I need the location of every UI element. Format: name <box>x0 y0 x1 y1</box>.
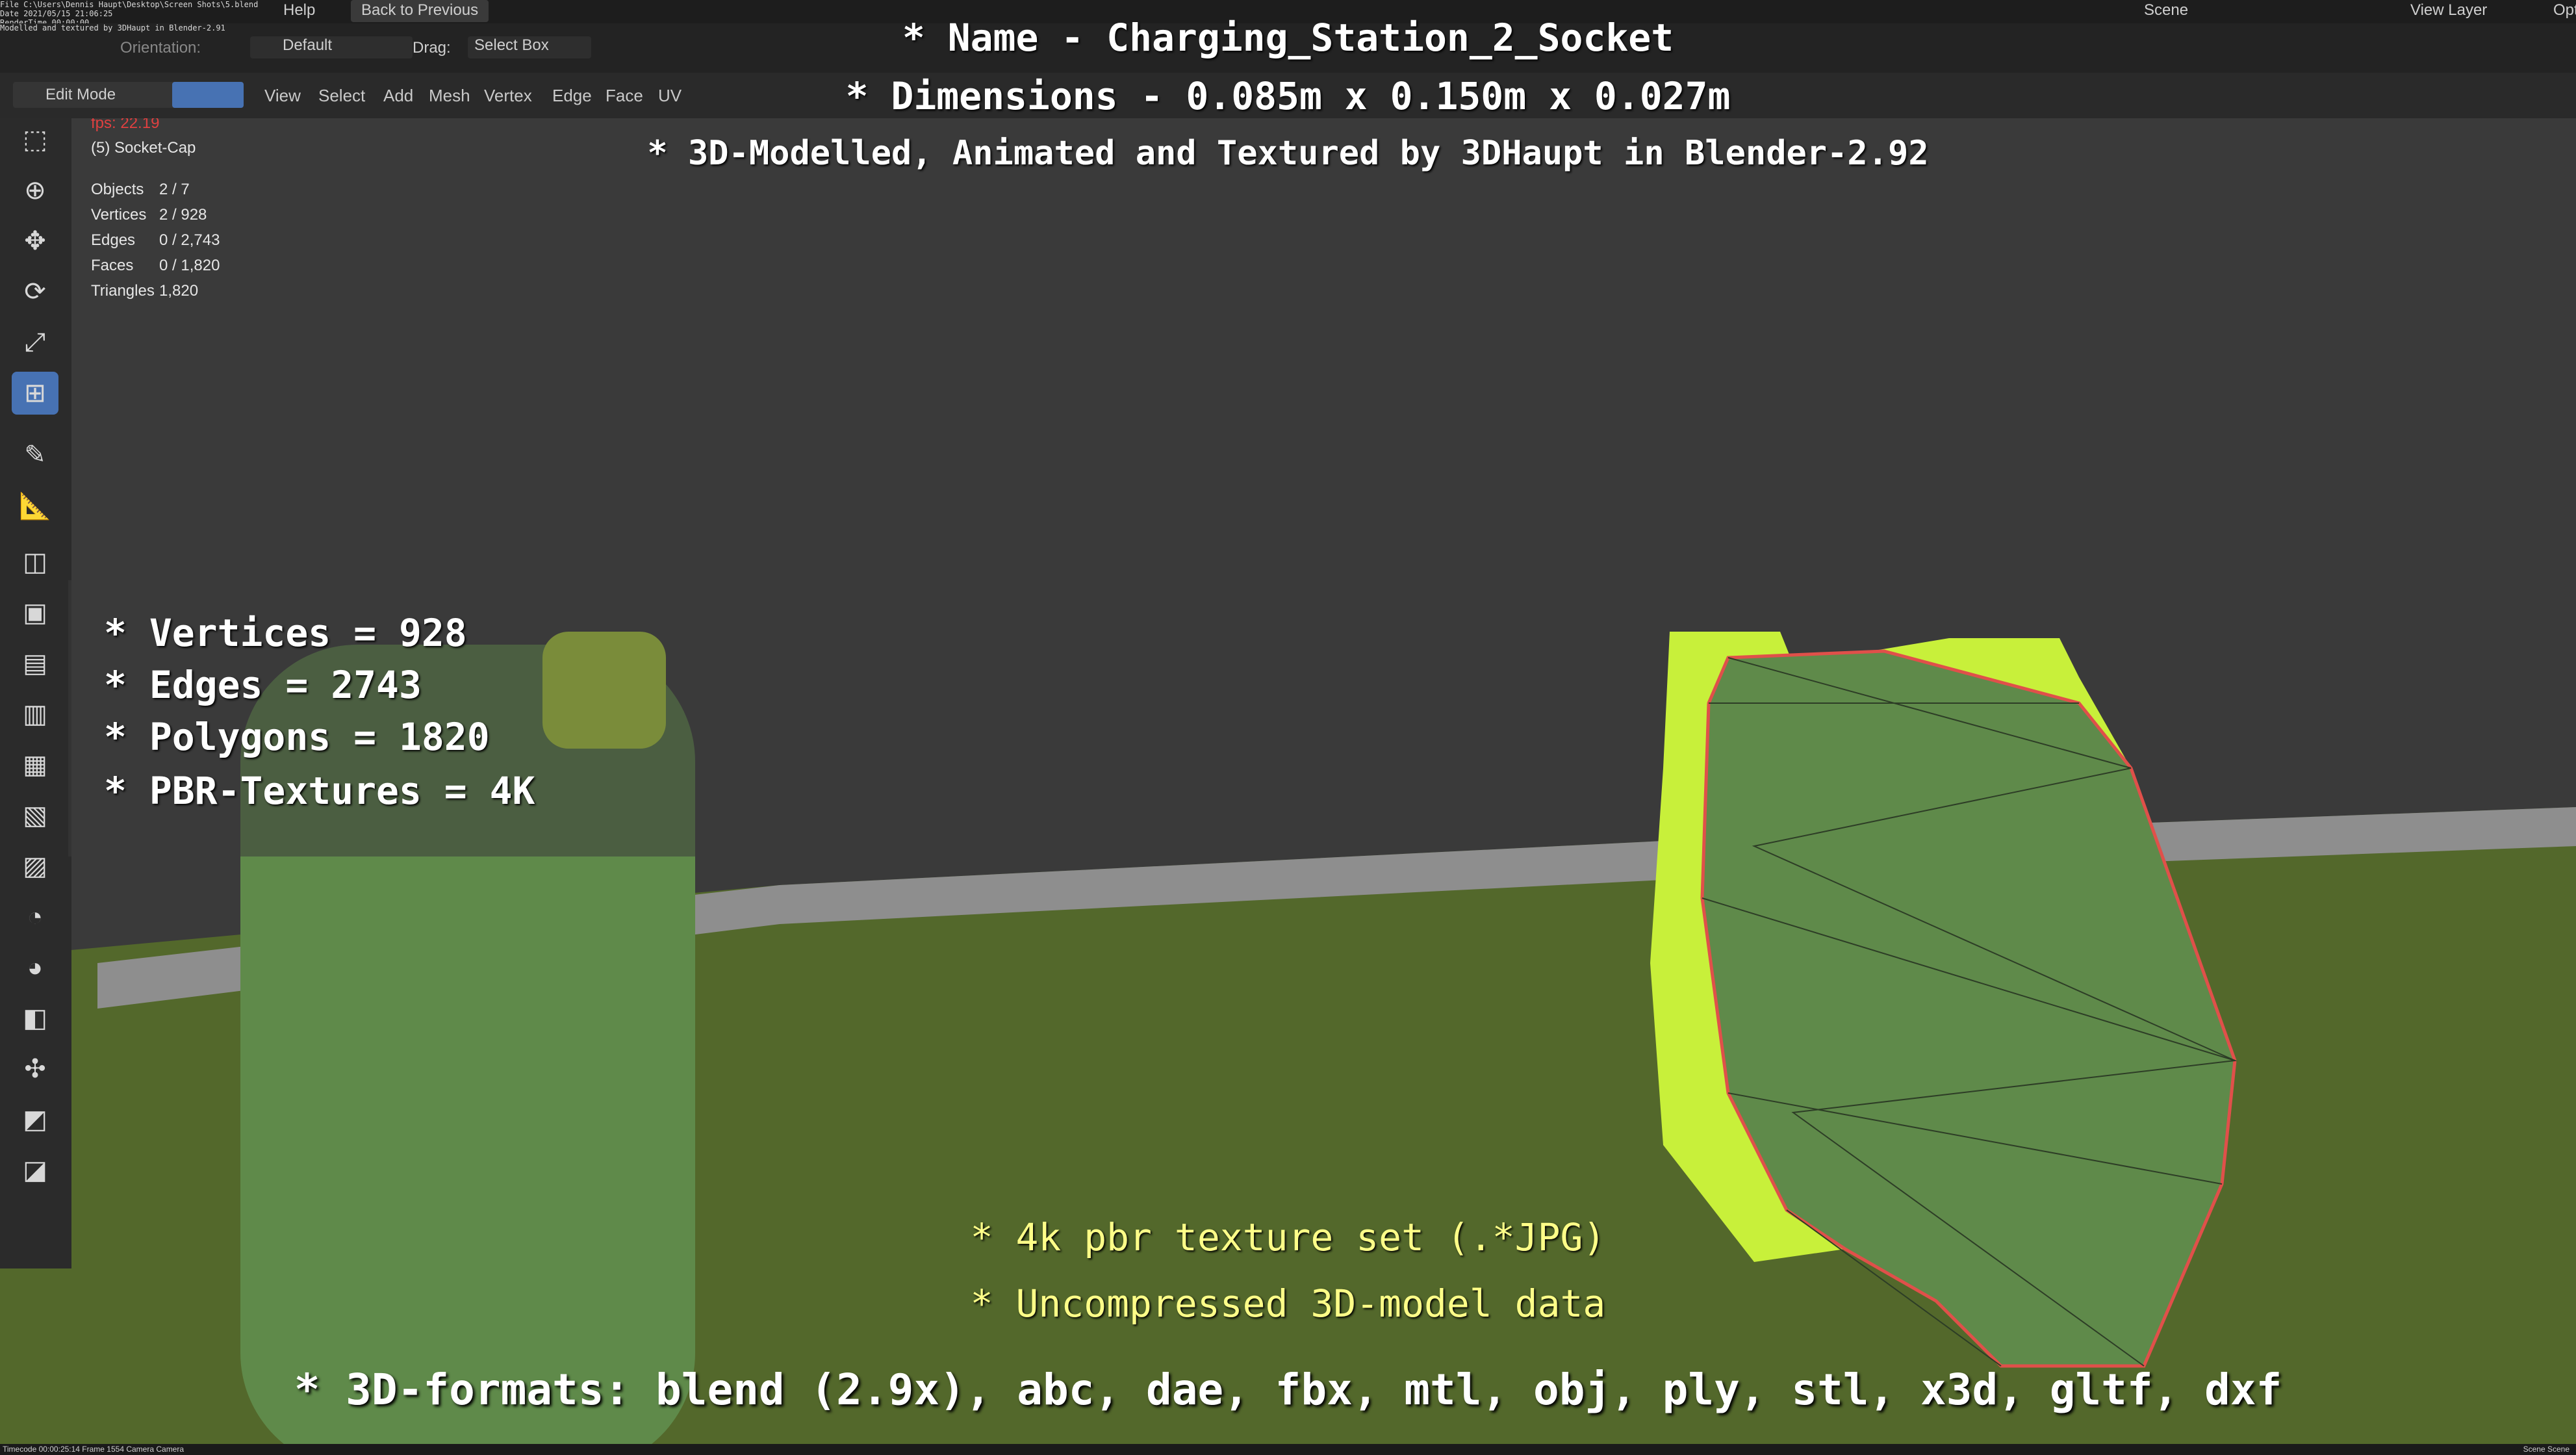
name-caption: * Name - Charging_Station_2_Socket <box>902 16 1674 60</box>
knife-icon[interactable]: ▧ <box>12 794 58 837</box>
bevel-icon[interactable]: ▥ <box>12 693 58 736</box>
smooth-icon[interactable]: ◕ <box>12 946 58 989</box>
scale-icon[interactable]: ⤢ <box>12 321 58 364</box>
loopcut-icon[interactable]: ▦ <box>12 743 58 786</box>
stat-vertices-value: 2 / 928 <box>159 206 207 224</box>
fps-text: fps: 22.19 <box>91 118 160 132</box>
edges-stat: * Edges = 2743 <box>104 663 422 707</box>
stat-edges-label: Edges <box>91 231 136 249</box>
credit-caption: * 3D-Modelled, Animated and Textured by … <box>647 134 1929 173</box>
status-bar: Timecode 00:00:25:14 Frame 1554 Camera C… <box>0 1444 2576 1455</box>
timecode-text: Timecode 00:00:25:14 Frame 1554 Camera C… <box>3 1445 185 1454</box>
move-icon[interactable]: ✥ <box>12 220 58 263</box>
polygons-stat: * Polygons = 1820 <box>104 715 490 759</box>
stat-triangles-label: Triangles <box>91 282 155 300</box>
uncompressed-caption: * Uncompressed 3D-model data <box>970 1281 1606 1326</box>
extrude-icon[interactable]: ▣ <box>12 591 58 634</box>
file-path-text: File C:\Users\Dennis Haupt\Desktop\Scree… <box>0 0 259 9</box>
stat-edges-value: 0 / 2,743 <box>159 231 220 249</box>
formats-caption: * 3D-formats: blend (2.9x), abc, dae, fb… <box>294 1365 2282 1415</box>
left-toolbar: ⬚ ⊕ ✥ ⟳ ⤢ ⊞ ✎ 📐 ◫ ▣ ▤ ▥ ▦ ▧ ▨ ◔ ◕ ◧ ✣ ◩ … <box>0 118 71 1268</box>
dimensions-caption: * Dimensions - 0.085m x 0.150m x 0.027m <box>845 74 1731 118</box>
stat-faces-label: Faces <box>91 257 134 274</box>
stat-triangles-value: 1,820 <box>159 282 199 300</box>
stat-faces-value: 0 / 1,820 <box>159 257 220 274</box>
rip-icon[interactable]: ◪ <box>12 1149 58 1192</box>
shear-icon[interactable]: ◩ <box>12 1098 58 1141</box>
edge-slide-icon[interactable]: ◧ <box>12 997 58 1040</box>
shrink-icon[interactable]: ✣ <box>12 1048 58 1090</box>
polybuild-icon[interactable]: ▨ <box>12 845 58 888</box>
textures-stat: * PBR-Textures = 4K <box>104 769 535 813</box>
add-cube-icon[interactable]: ◫ <box>12 541 58 584</box>
measure-icon[interactable]: 📐 <box>12 484 58 527</box>
annotate-icon[interactable]: ✎ <box>12 433 58 476</box>
stat-vertices-label: Vertices <box>91 206 147 224</box>
stat-objects-label: Objects <box>91 181 144 198</box>
spin-icon[interactable]: ◔ <box>12 895 58 938</box>
vertices-stat: * Vertices = 928 <box>104 611 467 655</box>
texture-set-caption: * 4k pbr texture set (.*JPG) <box>970 1215 1606 1259</box>
transform-icon[interactable]: ⊞ <box>12 372 58 415</box>
stat-objects-value: 2 / 7 <box>159 181 190 198</box>
rotate-icon[interactable]: ⟳ <box>12 270 58 313</box>
scene-status-text: Scene Scene <box>2523 1445 2570 1454</box>
inset-icon[interactable]: ▤ <box>12 642 58 685</box>
cursor-icon[interactable]: ⊕ <box>12 169 58 212</box>
